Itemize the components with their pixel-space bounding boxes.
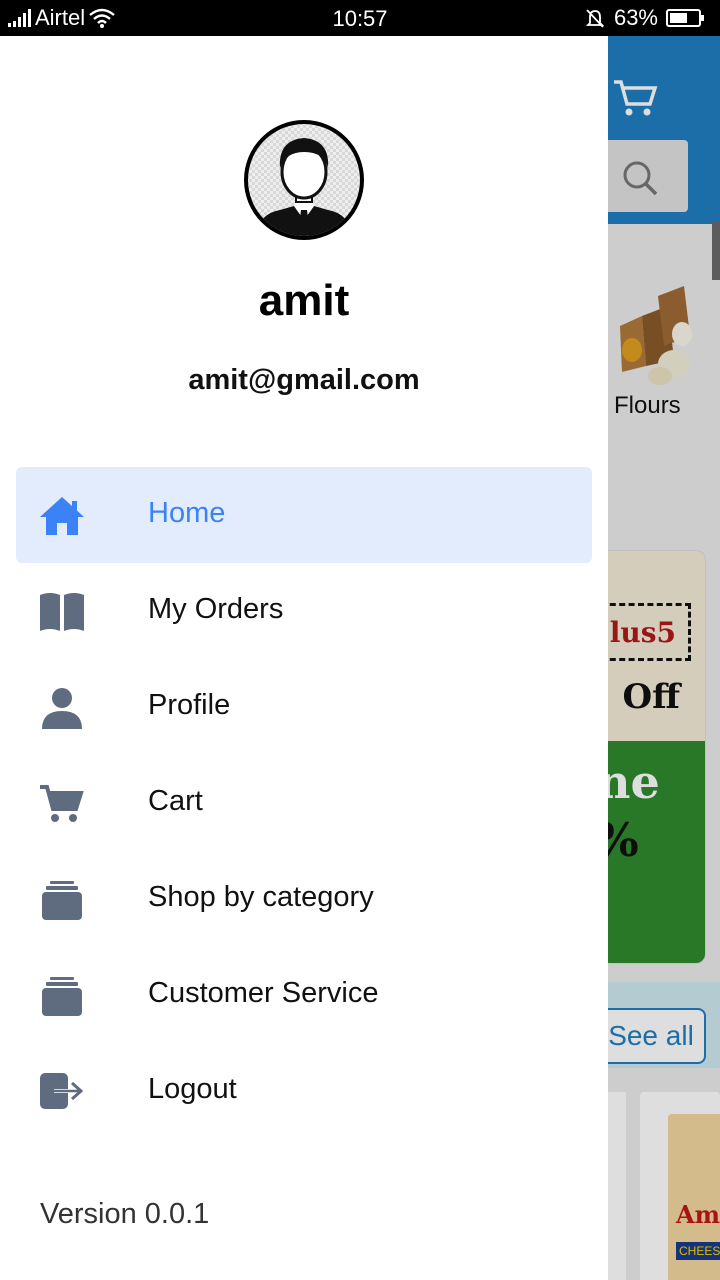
home-icon bbox=[40, 497, 84, 535]
carrier-label: Airtel bbox=[35, 5, 86, 30]
battery-percent: 63% bbox=[613, 5, 658, 30]
user-email: amit@gmail.com bbox=[188, 364, 420, 396]
wifi-icon bbox=[89, 8, 115, 28]
menu-item-customer-service[interactable]: Customer Service bbox=[16, 947, 592, 1043]
avatar bbox=[244, 120, 364, 240]
battery-icon bbox=[666, 9, 704, 27]
user-name: amit bbox=[258, 276, 350, 325]
menu-label-cart: Cart bbox=[148, 785, 203, 817]
menu-item-home[interactable]: Home bbox=[16, 467, 592, 563]
navigation-drawer: amit amit@gmail.com Home My Orders Profi… bbox=[0, 36, 608, 1280]
bell-muted-icon bbox=[585, 9, 605, 28]
person-icon bbox=[42, 688, 82, 729]
menu-item-shop-by-category[interactable]: Shop by category bbox=[16, 851, 592, 947]
app-version: Version 0.0.1 bbox=[40, 1198, 210, 1230]
menu-label-shop-by-category: Shop by category bbox=[148, 881, 374, 913]
status-bar: Airtel 10:57 63% bbox=[0, 0, 720, 36]
signal-icon bbox=[8, 9, 31, 27]
menu-label-logout: Logout bbox=[148, 1073, 237, 1105]
menu-label-home: Home bbox=[148, 497, 226, 529]
menu-label-customer-service: Customer Service bbox=[148, 977, 379, 1009]
book-icon bbox=[40, 593, 84, 631]
menu-label-profile: Profile bbox=[148, 689, 231, 721]
status-right: 63% bbox=[584, 0, 706, 36]
cart-icon bbox=[40, 785, 84, 822]
stack-icon bbox=[42, 881, 82, 920]
screen: Airtel 10:57 63% Flours lus5 Off ne See … bbox=[0, 0, 720, 1280]
menu-item-my-orders[interactable]: My Orders bbox=[16, 563, 592, 659]
stack-icon bbox=[42, 977, 82, 1016]
status-left: Airtel bbox=[8, 0, 115, 36]
menu-label-my-orders: My Orders bbox=[148, 593, 284, 625]
menu-item-profile[interactable]: Profile bbox=[16, 659, 592, 755]
logout-icon bbox=[40, 1073, 84, 1109]
menu-item-cart[interactable]: Cart bbox=[16, 755, 592, 851]
menu-item-logout[interactable]: Logout bbox=[16, 1043, 592, 1139]
